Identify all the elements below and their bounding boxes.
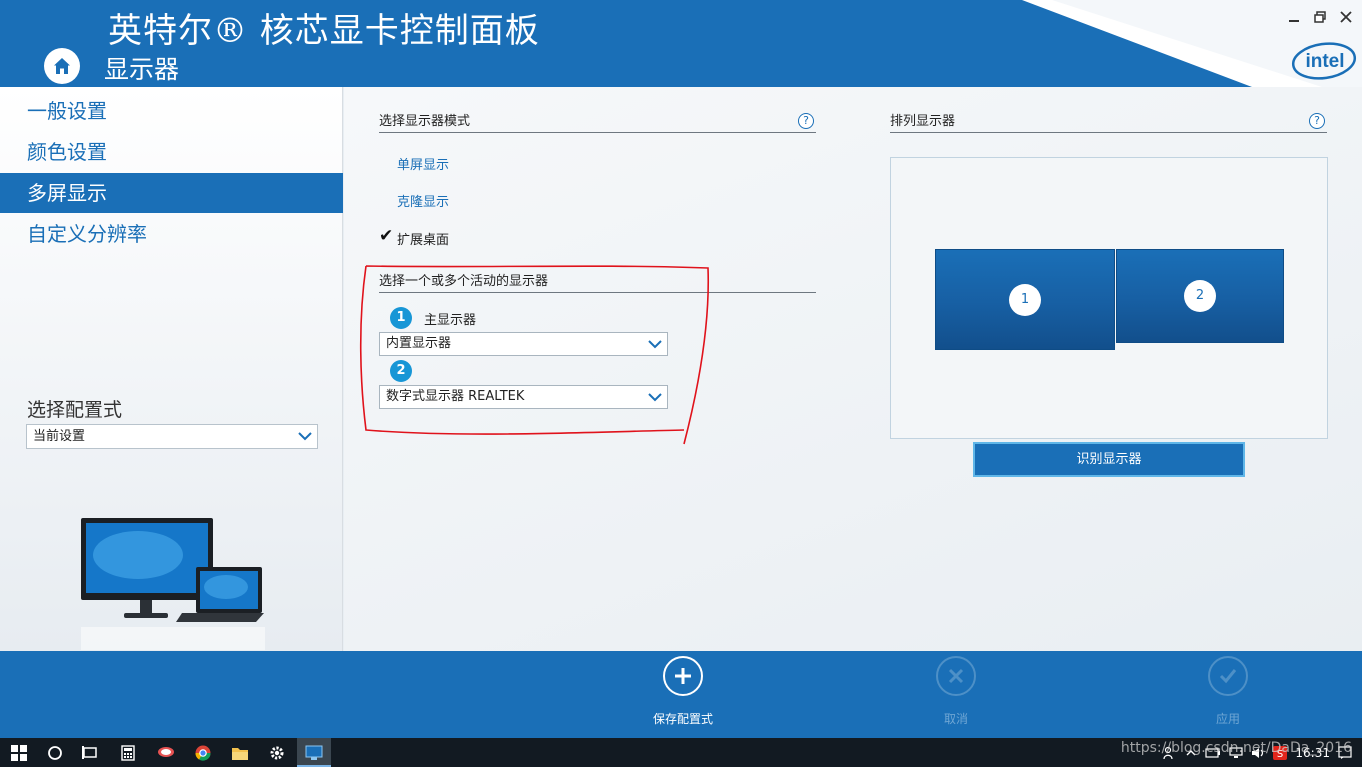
- chrome-icon: [195, 745, 211, 761]
- primary-display-select[interactable]: 内置显示器: [379, 332, 668, 356]
- restore-icon: [1314, 11, 1326, 23]
- task-view-button[interactable]: [79, 742, 101, 764]
- monitor-1-number: 1: [1009, 284, 1041, 316]
- minimize-button[interactable]: [1286, 9, 1302, 25]
- main-panel: 选择显示器模式 ? 单屏显示 克隆显示 ✔ 扩展桌面 选择一个或多个活动的显示器…: [344, 87, 1362, 651]
- mode-section-title: 选择显示器模式: [379, 114, 471, 129]
- cortana-circle-icon: [48, 746, 62, 760]
- restore-button[interactable]: [1312, 9, 1328, 25]
- primary-display-label: 主显示器: [424, 313, 477, 328]
- blog-watermark: https://blog.csdn.net/DaDa_2016: [1120, 740, 1352, 756]
- minimize-icon: [1289, 20, 1299, 22]
- chevron-down-icon: [648, 393, 662, 402]
- chat-app-icon: [158, 747, 174, 757]
- apply-circle: [1208, 656, 1248, 696]
- action-bar: 保存配置式 取消 应用: [0, 651, 1362, 738]
- calculator-icon: [121, 745, 135, 761]
- arranged-monitor-1[interactable]: 1: [935, 249, 1115, 350]
- sidebar-item-general[interactable]: 一般设置: [0, 91, 343, 131]
- active-displays-title: 选择一个或多个活动的显示器: [379, 274, 549, 289]
- sidebar-item-multi-display[interactable]: 多屏显示: [0, 173, 343, 213]
- mode-option-single[interactable]: 单屏显示: [397, 154, 449, 173]
- close-icon: [1340, 11, 1352, 23]
- chat-app-button[interactable]: [155, 742, 177, 764]
- apply-label: 应用: [1215, 712, 1240, 726]
- display-arrangement-area[interactable]: 1 2: [890, 157, 1328, 439]
- profile-select-value: 当前设置: [33, 429, 86, 444]
- display-1-badge: 1: [390, 307, 412, 329]
- save-profile-label: 保存配置式: [652, 712, 713, 726]
- home-button[interactable]: [44, 48, 80, 84]
- start-button[interactable]: [8, 742, 30, 764]
- display-2-badge: 2: [390, 360, 412, 382]
- monitor-laptop-illustration: [81, 518, 265, 650]
- sidebar-item-color[interactable]: 颜色设置: [0, 132, 343, 172]
- plus-icon: [675, 668, 691, 684]
- mode-option-extended[interactable]: 扩展桌面: [397, 229, 449, 248]
- monitor-2-number: 2: [1184, 280, 1216, 312]
- secondary-display-value: 数字式显示器 REALTEK: [386, 389, 525, 404]
- gear-icon: [270, 746, 284, 760]
- title-bar: 英特尔® 核芯显卡控制面板 显示器 intel: [0, 0, 1362, 87]
- windows-taskbar: S 16:31 https://blog.csdn.net/DaDa_2016: [0, 738, 1362, 767]
- search-taskbar-button[interactable]: [44, 742, 66, 764]
- save-profile-button[interactable]: 保存配置式: [623, 651, 743, 727]
- checkmark-icon: [1219, 669, 1237, 684]
- cancel-button[interactable]: 取消: [896, 651, 1016, 727]
- cancel-label: 取消: [943, 712, 968, 726]
- app-title: 英特尔® 核芯显卡控制面板: [108, 11, 540, 51]
- chevron-down-icon: [298, 432, 312, 441]
- active-displays-header: 选择一个或多个活动的显示器: [379, 273, 816, 293]
- chrome-button[interactable]: [192, 742, 214, 764]
- intel-logo-text: intel: [1305, 51, 1344, 72]
- check-icon: ✔: [379, 226, 394, 246]
- task-view-icon: [82, 746, 97, 759]
- cancel-circle: [936, 656, 976, 696]
- folder-icon: [232, 747, 248, 760]
- profile-select[interactable]: 当前设置: [26, 424, 318, 449]
- calculator-button[interactable]: [117, 742, 139, 764]
- home-icon: [54, 58, 70, 74]
- mode-option-clone[interactable]: 克隆显示: [397, 191, 449, 210]
- sidebar-item-custom-resolution[interactable]: 自定义分辨率: [0, 214, 343, 254]
- window-controls: [1286, 9, 1354, 25]
- close-icon: [948, 668, 964, 684]
- help-icon[interactable]: ?: [798, 113, 814, 129]
- primary-display-value: 内置显示器: [386, 336, 452, 351]
- secondary-display-select[interactable]: 数字式显示器 REALTEK: [379, 385, 668, 409]
- mode-section-header: 选择显示器模式 ?: [379, 113, 816, 133]
- arrange-section-header: 排列显示器 ?: [890, 113, 1327, 133]
- plus-circle: [663, 656, 703, 696]
- page-title: 显示器: [104, 55, 180, 84]
- arranged-monitor-2[interactable]: 2: [1116, 249, 1284, 343]
- file-explorer-button[interactable]: [229, 742, 251, 764]
- intel-graphics-icon: [305, 745, 323, 760]
- close-button[interactable]: [1338, 9, 1354, 25]
- identify-displays-button[interactable]: 识别显示器: [973, 442, 1245, 477]
- apply-button[interactable]: 应用: [1168, 651, 1288, 727]
- intel-logo: intel: [1291, 42, 1357, 80]
- chevron-down-icon: [648, 340, 662, 349]
- sidebar: 一般设置 颜色设置 多屏显示 自定义分辨率 选择配置式 当前设置: [0, 87, 343, 651]
- profile-label: 选择配置式: [27, 399, 123, 421]
- windows-logo-icon: [11, 745, 27, 761]
- help-icon[interactable]: ?: [1309, 113, 1325, 129]
- arrange-section-title: 排列显示器: [890, 114, 956, 129]
- settings-button[interactable]: [266, 742, 288, 764]
- intel-graphics-taskbar-button[interactable]: [303, 742, 325, 764]
